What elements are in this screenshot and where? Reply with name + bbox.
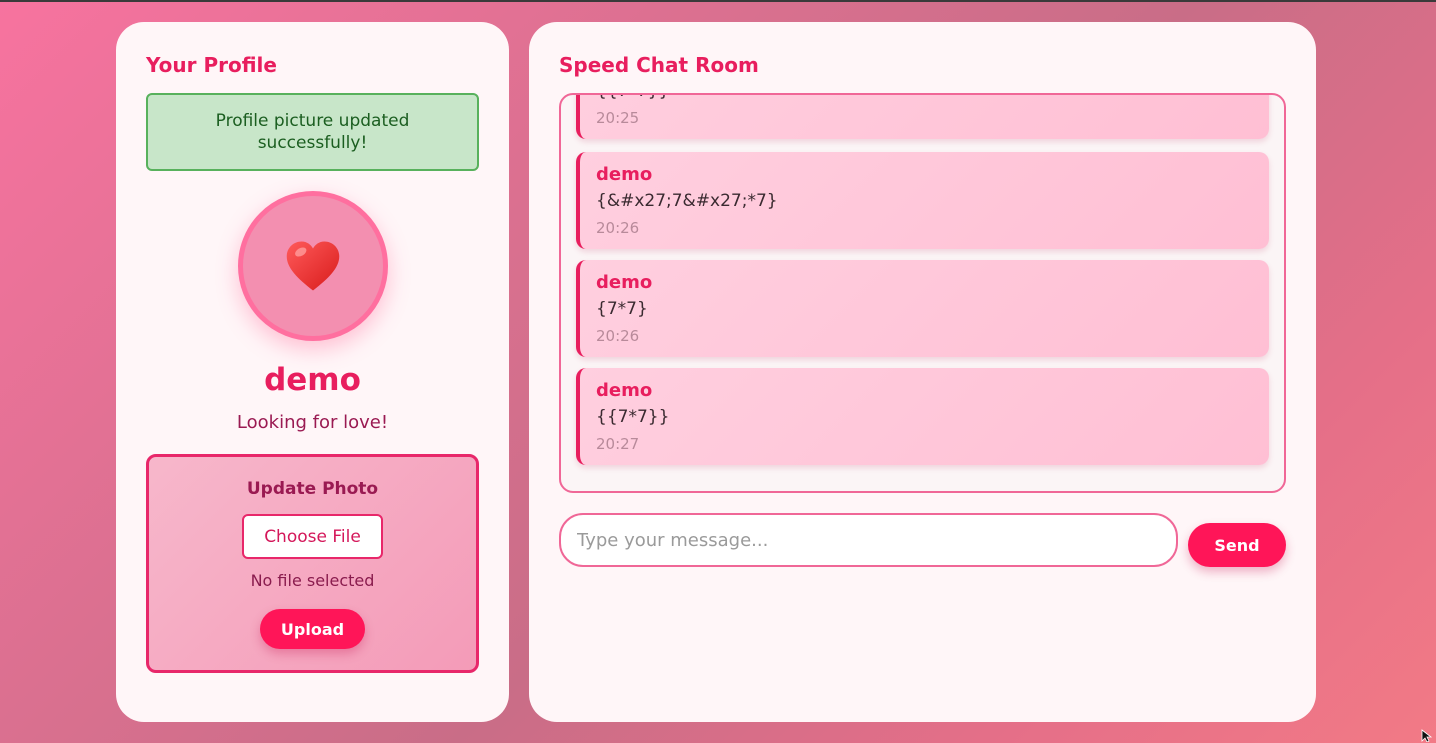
message-time: 20:25: [596, 109, 640, 127]
message-time: 20:26: [596, 327, 640, 345]
success-alert-text: Profile picture updated successfully!: [215, 111, 410, 153]
message-text: {{7*7}}: [596, 407, 670, 427]
message-text: {&#x27;7&#x27;*7}: [596, 191, 778, 211]
message-user: demo: [596, 380, 653, 401]
message-time: 20:26: [596, 219, 640, 237]
profile-bio: Looking for love!: [236, 412, 389, 433]
message-user: demo: [596, 272, 653, 293]
chat-card: Speed Chat Room demo {{7*7}} 20:25 demo …: [529, 22, 1316, 722]
success-alert: Profile picture updated successfully!: [146, 93, 479, 171]
cursor-arrow-icon: [1421, 729, 1433, 742]
chat-message: demo {7*7} 20:26: [576, 260, 1269, 357]
chat-message: demo {{7*7}} 20:27: [576, 368, 1269, 465]
choose-file-button[interactable]: Choose File: [242, 514, 383, 559]
chat-messages[interactable]: demo {{7*7}} 20:25 demo {&#x27;7&#x27;*7…: [559, 93, 1286, 493]
message-time: 20:27: [596, 435, 640, 453]
upload-button[interactable]: Upload: [260, 609, 365, 649]
message-user: demo: [596, 164, 653, 185]
message-input[interactable]: [559, 513, 1178, 567]
chat-title: Speed Chat Room: [559, 53, 759, 77]
chat-message: demo {&#x27;7&#x27;*7} 20:26: [576, 152, 1269, 249]
window-top-border: [0, 0, 1436, 2]
chat-message: demo {{7*7}} 20:25: [576, 95, 1269, 139]
send-button[interactable]: Send: [1188, 523, 1286, 567]
file-status: No file selected: [250, 571, 375, 590]
message-text: {{7*7}}: [596, 95, 669, 101]
update-photo-form: Update Photo Choose File No file selecte…: [146, 454, 479, 673]
profile-title: Your Profile: [146, 53, 277, 77]
avatar: [238, 191, 388, 341]
profile-username: demo: [264, 362, 361, 398]
message-text: {7*7}: [596, 299, 648, 319]
heart-icon: [286, 241, 340, 291]
update-photo-title: Update Photo: [246, 479, 379, 499]
profile-card: Your Profile Profile picture updated suc…: [116, 22, 509, 722]
